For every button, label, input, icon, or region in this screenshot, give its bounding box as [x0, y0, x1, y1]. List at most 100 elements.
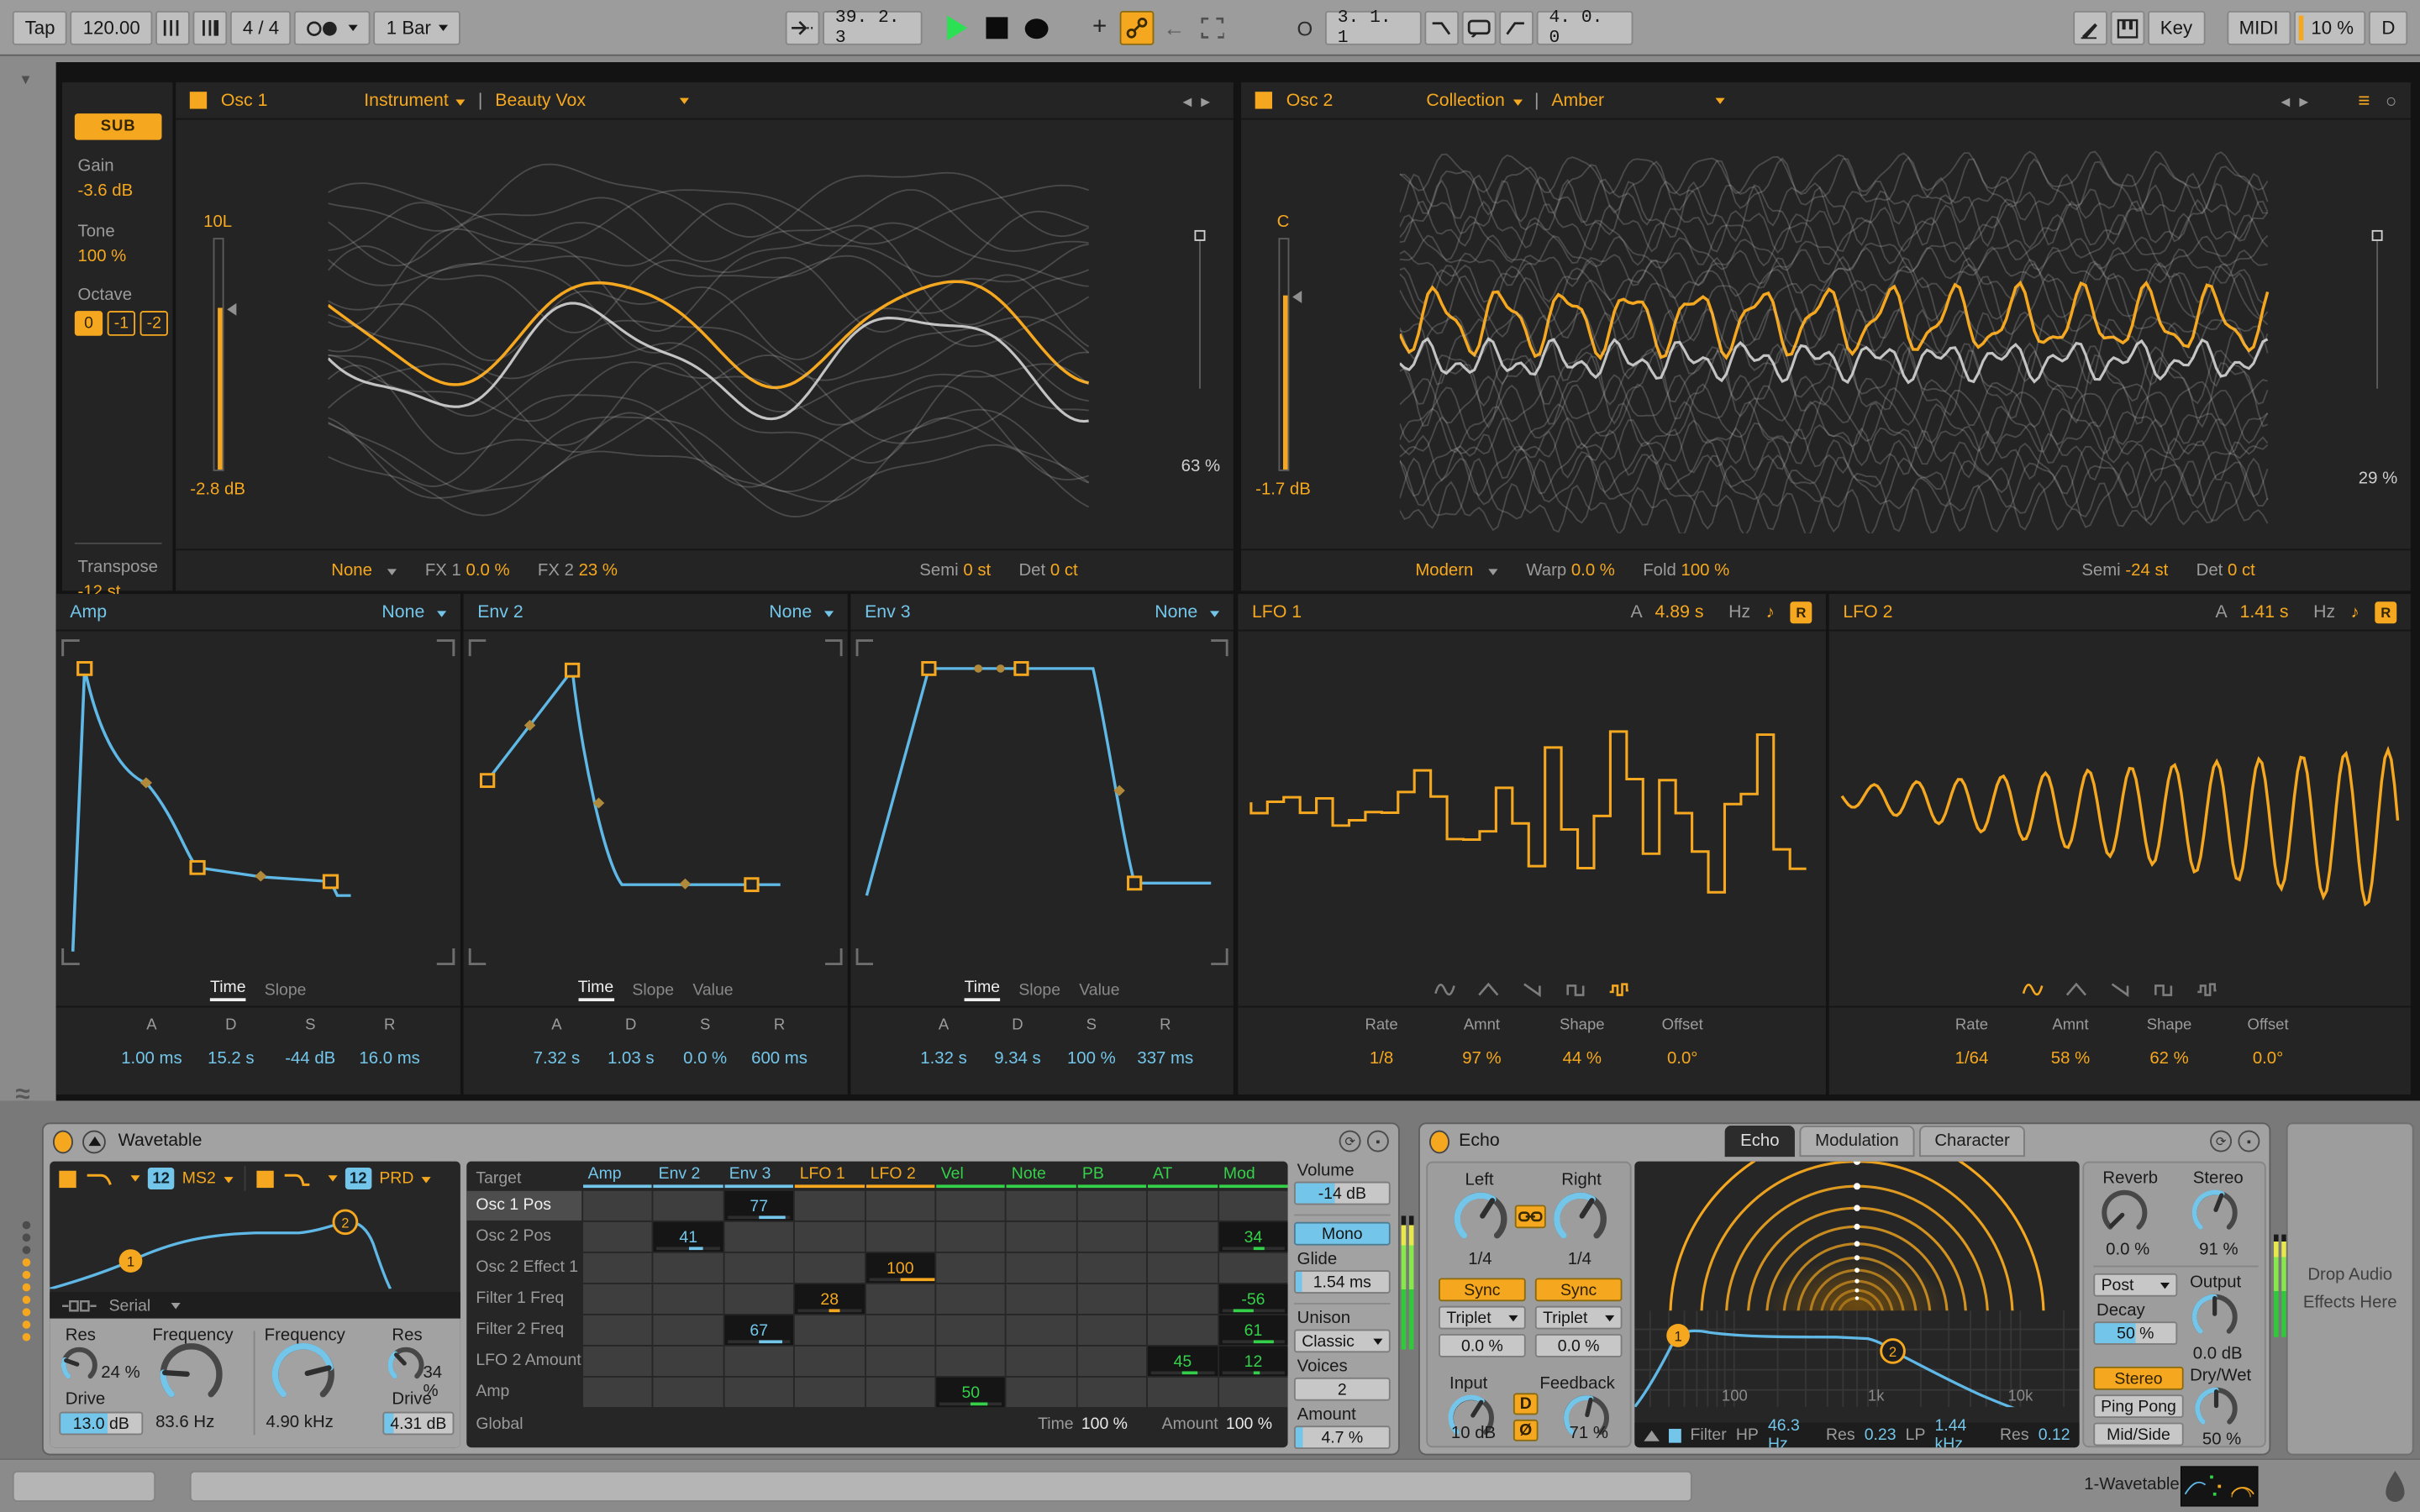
matrix-cell[interactable] [1148, 1252, 1218, 1283]
device-chain-thumbnail[interactable] [2180, 1466, 2259, 1507]
amp-sustain[interactable]: S -44 dB [271, 1016, 350, 1095]
hp-value[interactable]: 46.3 Hz [1768, 1416, 1817, 1447]
osc2-position-slider[interactable] [2376, 229, 2379, 389]
status-field-small[interactable] [12, 1470, 156, 1502]
filter-routing-menu[interactable]: Serial [109, 1296, 151, 1315]
zoom-hotspot-icon[interactable] [2383, 1467, 2408, 1504]
matrix-cell[interactable] [795, 1315, 865, 1346]
matrix-cell[interactable] [1077, 1377, 1147, 1408]
drywet-value[interactable]: 50 % [2202, 1431, 2241, 1449]
osc1-position-slider[interactable] [1199, 229, 1201, 389]
loop-start-field[interactable]: 3. 1. 1 [1324, 8, 1422, 48]
tempo-field[interactable]: 120.00 [70, 10, 153, 45]
matrix-cell[interactable] [724, 1221, 794, 1252]
osc1-position-handle[interactable] [1194, 229, 1206, 241]
filter2-type-dropdown[interactable] [328, 1175, 338, 1182]
env2-graph[interactable] [464, 631, 848, 973]
matrix-cell[interactable] [795, 1252, 865, 1283]
arrangement-position-field[interactable]: 39. 2. 3 [823, 8, 923, 48]
matrix-cell[interactable] [583, 1346, 653, 1377]
osc1-gain-value[interactable]: -2.8 dB [172, 480, 262, 499]
env3-mode-menu[interactable]: None [1155, 602, 1220, 621]
matrix-cell[interactable] [1077, 1221, 1147, 1252]
matrix-column-header[interactable]: Vel [936, 1164, 1006, 1189]
metronome-toggle[interactable] [294, 10, 371, 45]
matrix-cell[interactable] [1077, 1346, 1147, 1377]
matrix-cell[interactable]: -56 [1218, 1284, 1288, 1315]
matrix-column-header[interactable]: Env 3 [724, 1164, 794, 1189]
punch-out-button[interactable] [1499, 10, 1534, 45]
osc2-gain-slider[interactable] [1278, 238, 1302, 471]
matrix-cell[interactable] [1007, 1190, 1076, 1221]
matrix-cell[interactable] [1218, 1252, 1288, 1283]
matrix-cell[interactable]: 61 [1218, 1315, 1288, 1346]
filter1-model-menu[interactable]: MS2 [182, 1169, 234, 1188]
overdub-button[interactable]: + [1082, 11, 1117, 45]
record-button[interactable] [1024, 18, 1049, 39]
matrix-cell[interactable] [1148, 1315, 1218, 1346]
osc1-fx2[interactable]: FX 2 23 % [538, 561, 618, 580]
matrix-row-label[interactable]: Osc 1 Pos [466, 1190, 582, 1221]
lfo-shape-1-icon[interactable] [2065, 981, 2088, 998]
filter2-model-menu[interactable]: PRD [379, 1169, 431, 1188]
matrix-cell[interactable] [865, 1284, 935, 1315]
osc2-warp[interactable]: Warp 0.0 % [1526, 561, 1615, 580]
matrix-cell[interactable] [583, 1190, 653, 1221]
osc2-pan-value[interactable]: C [1247, 213, 1318, 232]
matrix-cell[interactable]: 34 [1218, 1221, 1288, 1252]
echo-left-time-knob[interactable] [1453, 1191, 1509, 1247]
lfo1-retrigger-button[interactable]: R [1790, 601, 1812, 623]
echo-device-activator[interactable] [1428, 1129, 1450, 1153]
env3-attack[interactable]: A 1.32 s [907, 1016, 981, 1095]
matrix-cell[interactable] [724, 1252, 794, 1283]
matrix-cell[interactable] [1218, 1377, 1288, 1408]
echo-right-time-knob[interactable] [1552, 1191, 1608, 1247]
output-value[interactable]: 0.0 dB [2193, 1345, 2243, 1363]
osc2-effect-mode-menu[interactable]: Modern [1415, 561, 1498, 580]
draw-mode-button[interactable] [2073, 10, 2107, 45]
tap-tempo-button[interactable]: Tap [12, 10, 68, 45]
reverb-position-menu[interactable]: Post [2093, 1273, 2178, 1297]
stereo-width-knob[interactable] [2190, 1188, 2239, 1237]
osc2-position-handle[interactable] [2371, 229, 2383, 241]
matrix-cell[interactable] [583, 1252, 653, 1283]
wavetable-fold-button[interactable] [82, 1129, 106, 1153]
lfo2-retrigger-button[interactable]: R [2375, 601, 2397, 623]
lfo1-rate[interactable]: Rate 1/8 [1331, 1016, 1431, 1095]
lfo2-sync-note-icon[interactable]: ♪ [2351, 602, 2360, 621]
filter-routing-dropdown[interactable] [171, 1302, 181, 1309]
matrix-row-label[interactable]: Filter 2 Freq [466, 1315, 581, 1345]
matrix-cell[interactable]: 41 [654, 1221, 723, 1252]
lfo-shape-4-icon[interactable] [2196, 981, 2219, 998]
matrix-row-label[interactable]: Filter 1 Freq [466, 1284, 581, 1314]
time-signature-field[interactable]: 4 / 4 [230, 10, 292, 45]
osc1-category-menu[interactable]: Instrument [364, 91, 466, 109]
matrix-cell[interactable] [1148, 1221, 1218, 1252]
matrix-row-label[interactable]: Osc 2 Pos [466, 1222, 581, 1252]
lfo2-rate[interactable]: Rate 1/64 [1923, 1016, 2022, 1095]
nudge-up-button[interactable] [192, 10, 228, 45]
octave-0-button[interactable]: 0 [74, 311, 103, 336]
lfo1-amount[interactable]: Amnt 97 % [1432, 1016, 1532, 1095]
matrix-cell[interactable]: 50 [936, 1377, 1006, 1408]
punch-in-button[interactable] [1424, 10, 1460, 45]
osc1-wavetable-dropdown-icon[interactable] [679, 97, 689, 104]
octave-minus2-button[interactable]: -2 [139, 311, 168, 336]
lfo1-shape[interactable]: Shape 44 % [1532, 1016, 1632, 1095]
matrix-cell[interactable] [583, 1284, 653, 1315]
lfo-shape-3-icon[interactable] [1564, 981, 1587, 998]
lfo-shape-1-icon[interactable] [1476, 981, 1500, 998]
matrix-cell[interactable] [936, 1190, 1006, 1221]
filter1-type-icon[interactable] [84, 1169, 115, 1188]
filter1-res-knob[interactable] [59, 1345, 99, 1385]
echo-filter-display[interactable]: 100 1k 10k 1 2 [1634, 1310, 2080, 1408]
matrix-column-header[interactable]: LFO 2 [865, 1164, 935, 1189]
matrix-cell[interactable] [1218, 1190, 1288, 1221]
global-time-value[interactable]: 100 % [1081, 1415, 1128, 1433]
matrix-cell[interactable] [795, 1346, 865, 1377]
wavetable-circle-icon[interactable]: ○ [2386, 89, 2396, 111]
osc1-toggle[interactable] [189, 92, 208, 109]
voices-field[interactable]: 2 [1293, 1377, 1391, 1401]
wavetable-list-icon[interactable]: ≡ [2358, 89, 2370, 113]
filter2-toggle[interactable] [255, 1169, 274, 1188]
